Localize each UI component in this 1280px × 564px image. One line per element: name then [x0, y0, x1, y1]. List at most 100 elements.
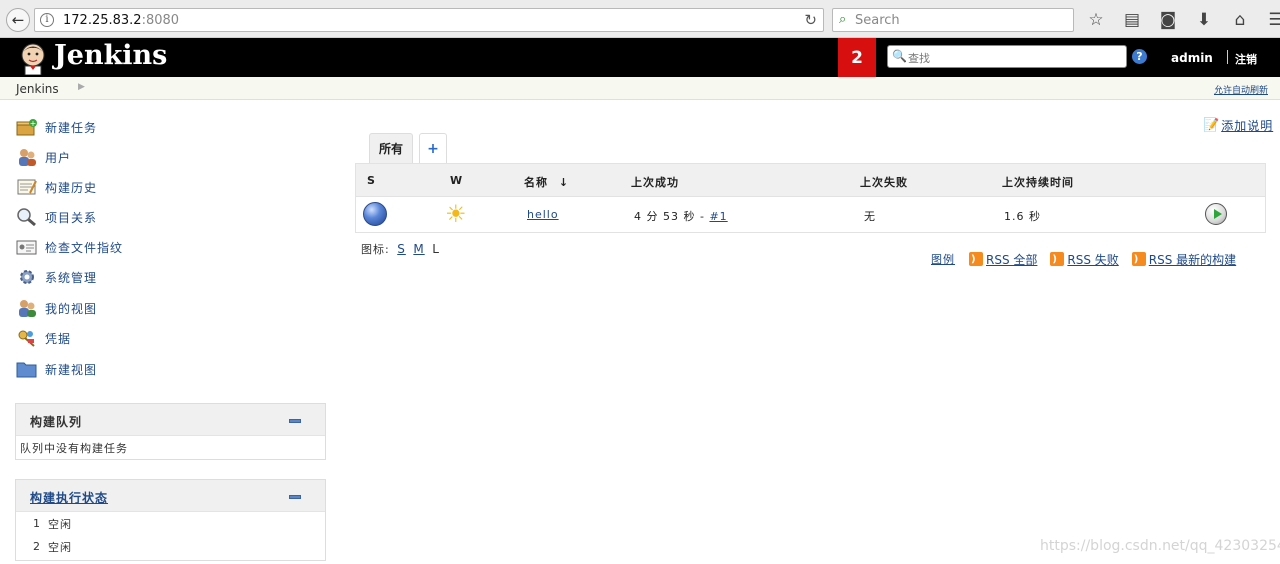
users-icon: [16, 298, 38, 318]
column-last-success[interactable]: 上次成功: [631, 174, 679, 190]
edit-note-icon: 📝: [1203, 118, 1220, 133]
build-queue-header: 构建队列: [16, 404, 325, 436]
tab-add-view[interactable]: +: [419, 133, 447, 163]
help-icon[interactable]: ?: [1132, 49, 1147, 64]
jenkins-title[interactable]: Jenkins: [54, 40, 167, 71]
logout-link[interactable]: 注销: [1235, 51, 1257, 67]
sidebar-item-new-view[interactable]: 新建视图: [16, 358, 97, 380]
column-last-failure[interactable]: 上次失败: [860, 174, 908, 190]
download-icon[interactable]: ⬇: [1192, 8, 1216, 32]
job-name-link[interactable]: hello: [527, 208, 559, 221]
sidebar-item-fingerprint[interactable]: 检查文件指纹: [16, 236, 123, 258]
sidebar-item-new-job[interactable]: + 新建任务: [16, 116, 97, 138]
column-weather[interactable]: W: [450, 174, 463, 187]
last-failure-value: 无: [864, 210, 876, 223]
user-link[interactable]: admin: [1171, 51, 1213, 65]
collapse-icon[interactable]: [289, 419, 301, 423]
icon-size-medium-link[interactable]: M: [413, 242, 424, 256]
sidebar-item-project-relations[interactable]: 项目关系: [16, 206, 97, 228]
table-row: ☀ hello 4 分 53 秒 - #1 无 1.6 秒: [356, 197, 1265, 232]
sidebar-item-credentials[interactable]: 凭据: [16, 327, 71, 349]
sidebar-item-my-views[interactable]: 我的视图: [16, 297, 97, 319]
rss-all-link[interactable]: RSS 全部: [986, 251, 1037, 268]
browser-search-input[interactable]: ⌕ Search: [832, 8, 1074, 32]
home-icon[interactable]: ⌂: [1228, 8, 1252, 32]
last-success-cell: 4 分 53 秒 - #1: [634, 208, 728, 224]
weather-sunny-icon[interactable]: ☀: [445, 201, 467, 227]
sidebar-item-users[interactable]: 用户: [16, 146, 71, 168]
breadcrumb-arrow-icon[interactable]: ▶: [78, 82, 85, 92]
breadcrumb-root[interactable]: Jenkins: [16, 82, 59, 96]
reload-icon[interactable]: ↻: [804, 11, 817, 29]
rss-icon[interactable]: ): [1050, 252, 1065, 266]
jenkins-logo-icon[interactable]: [16, 41, 50, 75]
sidebar-item-build-history[interactable]: 构建历史: [16, 176, 97, 198]
jobs-table: S W 名称 ↓ 上次成功 上次失败 上次持续时间 ☀ hello 4 分 53…: [355, 163, 1266, 233]
icon-size-label: 图标:: [361, 243, 390, 256]
reading-list-icon[interactable]: ▤: [1120, 8, 1144, 32]
pocket-icon[interactable]: ◙: [1156, 8, 1180, 32]
status-ball-icon[interactable]: [363, 202, 387, 226]
column-name[interactable]: 名称 ↓: [524, 174, 569, 190]
schedule-build-icon[interactable]: [1205, 203, 1227, 225]
sort-arrow-icon: ↓: [558, 176, 570, 189]
executor-state: 空闲: [48, 540, 72, 554]
sidebar-item-manage[interactable]: 系统管理: [16, 266, 97, 288]
menu-icon[interactable]: ☰: [1264, 8, 1280, 32]
info-icon[interactable]: i: [40, 13, 54, 27]
watermark: https://blog.csdn.net/qq_42303254: [1040, 538, 1280, 554]
last-success-time: 4 分 53 秒 -: [634, 210, 710, 223]
jenkins-header: Jenkins 2 🔍 查找 ? admin 注销: [0, 38, 1280, 77]
fingerprint-icon: [16, 237, 38, 257]
add-description-link[interactable]: 📝 添加说明: [1203, 117, 1273, 134]
notification-badge[interactable]: 2: [838, 38, 876, 77]
column-name-label: 名称: [524, 176, 548, 189]
column-last-duration[interactable]: 上次持续时间: [1002, 174, 1074, 190]
sidebar-item-label: 构建历史: [45, 180, 98, 195]
new-job-icon: +: [16, 117, 38, 137]
build-history-icon: [16, 177, 38, 197]
icon-size-large-current: L: [432, 242, 440, 256]
executor-state: 空闲: [48, 517, 72, 531]
browser-toolbar: ← i 172.25.83.2:8080 ↻ ⌕ Search ☆ ▤ ◙ ⬇ …: [0, 0, 1280, 38]
build-number-link[interactable]: #1: [709, 210, 727, 223]
feed-links: 图例 ) RSS 全部 ) RSS 失败 ) RSS 最新的构建: [931, 250, 1249, 268]
jenkins-search-placeholder: 查找: [908, 52, 930, 65]
rss-icon[interactable]: ): [1131, 252, 1146, 266]
users-icon: [16, 147, 38, 167]
build-queue-pane: 构建队列 队列中没有构建任务: [15, 403, 326, 460]
search-icon: 🔍: [892, 49, 907, 63]
executor-number: 2: [33, 540, 41, 553]
header-divider: [1227, 50, 1228, 64]
sidebar-item-label: 检查文件指纹: [45, 240, 124, 255]
sidebar-item-label: 用户: [45, 150, 72, 165]
executor-number: 1: [33, 517, 41, 530]
executor-status-header: 构建执行状态: [16, 480, 325, 512]
rss-latest-link[interactable]: RSS 最新的构建: [1149, 251, 1236, 268]
sidebar-item-label: 项目关系: [45, 210, 98, 225]
url-text: 172.25.83.2:8080: [63, 13, 180, 28]
rss-icon[interactable]: ): [969, 252, 983, 266]
bookmark-star-icon[interactable]: ☆: [1084, 8, 1108, 32]
executor-row: 1 空闲: [16, 512, 325, 535]
executor-row: 2 空闲: [16, 535, 325, 558]
icon-size-small-link[interactable]: S: [397, 242, 406, 256]
legend-link[interactable]: 图例: [931, 251, 955, 267]
rss-failed-link[interactable]: RSS 失败: [1067, 251, 1118, 268]
column-status[interactable]: S: [367, 174, 376, 187]
svg-text:+: +: [30, 119, 37, 128]
last-duration-value: 1.6 秒: [1004, 210, 1041, 223]
credentials-icon: [16, 328, 38, 348]
back-button[interactable]: ←: [6, 8, 30, 32]
sidebar-item-label: 我的视图: [45, 301, 98, 316]
breadcrumb: Jenkins ▶ 允许自动刷新: [0, 77, 1280, 100]
tab-all[interactable]: 所有: [369, 133, 413, 163]
executor-status-title[interactable]: 构建执行状态: [30, 489, 108, 506]
collapse-icon[interactable]: [289, 495, 301, 499]
build-queue-title: 构建队列: [30, 415, 83, 429]
jenkins-search-input[interactable]: 🔍 查找: [887, 45, 1127, 68]
address-bar[interactable]: i 172.25.83.2:8080 ↻: [34, 8, 824, 32]
auto-refresh-link[interactable]: 允许自动刷新: [1214, 83, 1268, 96]
jobs-table-header: S W 名称 ↓ 上次成功 上次失败 上次持续时间: [356, 164, 1265, 197]
search-icon: [16, 207, 38, 227]
